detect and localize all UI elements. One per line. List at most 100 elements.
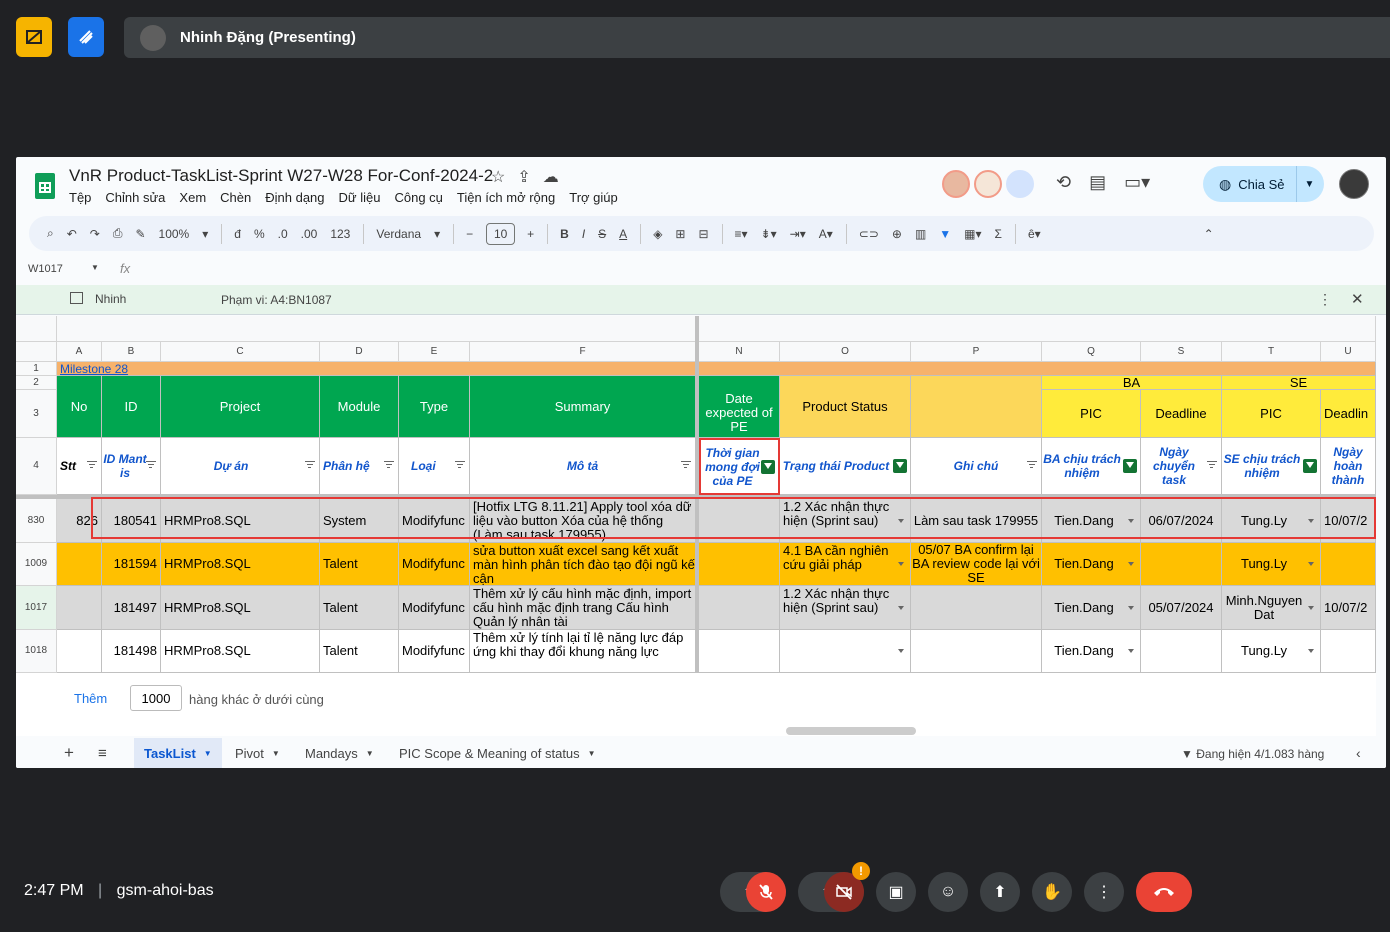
cell-date[interactable] (699, 586, 780, 630)
filter-icon[interactable] (87, 461, 97, 469)
end-call-button[interactable] (1136, 872, 1192, 912)
tab-pivot[interactable]: Pivot ▼ (235, 738, 280, 768)
document-title[interactable]: VnR Product-TaskList-Sprint W27-W28 For-… (69, 166, 493, 186)
row-header-3[interactable]: 3 (16, 390, 57, 438)
cell-done[interactable]: 10/07/2 (1321, 586, 1376, 630)
horizontal-scrollbar[interactable] (786, 727, 916, 735)
text-color-icon[interactable]: A (619, 227, 627, 241)
add-rows-count-input[interactable]: 1000 (130, 685, 182, 711)
zoom-select[interactable]: 100% (159, 227, 190, 241)
cell-note[interactable]: 05/07 BA confirm lại BA review code lại … (911, 543, 1042, 586)
cell-stt[interactable] (57, 630, 102, 673)
chevron-down-icon[interactable] (1308, 649, 1314, 653)
row-header-4[interactable]: 4 (16, 438, 57, 495)
cell-status[interactable]: 1.2 Xác nhận thực hiện (Sprint sau) (780, 586, 911, 630)
menu-help[interactable]: Trợ giúp (569, 190, 618, 205)
filter-icon[interactable] (1207, 461, 1217, 469)
chevron-down-icon[interactable] (898, 518, 904, 523)
cell-id[interactable]: 181497 (102, 586, 161, 630)
cell-done[interactable] (1321, 543, 1376, 586)
menu-tools[interactable]: Công cụ (394, 190, 442, 205)
rotate-icon[interactable]: A▾ (819, 227, 833, 241)
chevron-down-icon[interactable] (1128, 605, 1134, 610)
col-header-t[interactable]: T (1222, 342, 1321, 362)
cell-module[interactable]: Talent (320, 543, 399, 586)
cell-se[interactable]: Tung.Ly (1222, 543, 1321, 586)
italic-icon[interactable]: I (582, 227, 585, 241)
col-header-f[interactable]: F (470, 342, 696, 362)
cell-deadline[interactable] (1141, 543, 1222, 586)
print-icon[interactable]: ⎙ (113, 226, 123, 241)
select-all-corner[interactable] (16, 316, 57, 342)
cell-stt[interactable] (57, 586, 102, 630)
undo-icon[interactable]: ↶ (67, 227, 77, 241)
cell-se[interactable]: Tung.Ly (1222, 630, 1321, 673)
tab-pic-scope[interactable]: PIC Scope & Meaning of status ▼ (399, 738, 596, 768)
filter-view-range[interactable]: Phạm vi: A4:BN1087 (221, 293, 332, 307)
filter-icon[interactable]: ▼ (939, 227, 951, 241)
col-header-e[interactable]: E (399, 342, 470, 362)
col-header-n[interactable]: N (699, 342, 780, 362)
cell-type[interactable]: Modifyfunc (399, 543, 470, 586)
raise-hand-button[interactable]: ✋ (1032, 872, 1072, 912)
collaborator-avatar[interactable] (942, 170, 970, 198)
percent-button[interactable]: % (254, 227, 265, 241)
cell-summary[interactable]: sửa button xuất excel sang kết xuất màn … (470, 543, 696, 586)
cell-done[interactable] (1321, 630, 1376, 673)
search-icon[interactable]: ⌕ (47, 226, 54, 241)
chevron-down-icon[interactable]: ▼ (272, 749, 280, 758)
tab-tasklist[interactable]: TaskList ▼ (134, 738, 222, 768)
cell-module[interactable]: Talent (320, 630, 399, 673)
filter-icon[interactable] (455, 461, 465, 469)
cell-summary[interactable]: Thêm xử lý cấu hình mặc định, import cấu… (470, 586, 696, 630)
cell-date[interactable] (699, 499, 780, 543)
all-sheets-icon[interactable]: ≡ (98, 738, 107, 768)
font-size-increase-icon[interactable]: + (527, 227, 534, 241)
cell-note[interactable]: Làm sau task 179955 (911, 499, 1042, 543)
menu-file[interactable]: Tệp (69, 190, 91, 205)
chevron-down-icon[interactable] (1308, 562, 1314, 566)
cell-summary[interactable]: [Hotfix LTG 8.11.21] Apply tool xóa dữ l… (470, 499, 696, 543)
cell-note[interactable] (911, 586, 1042, 630)
history-icon[interactable]: ⟲ (1056, 172, 1071, 193)
strikethrough-icon[interactable]: S (598, 227, 606, 241)
cloud-icon[interactable]: ☁ (543, 167, 559, 187)
chevron-left-icon[interactable]: ‹ (1356, 738, 1361, 768)
cell-deadline[interactable]: 05/07/2024 (1141, 586, 1222, 630)
col-header-b[interactable]: B (102, 342, 161, 362)
add-rows-button[interactable]: Thêm (74, 691, 107, 706)
cell-ba[interactable]: Tien.Dang (1042, 630, 1141, 673)
chart-icon[interactable]: ▥ (915, 227, 926, 241)
menu-insert[interactable]: Chèn (220, 190, 251, 205)
meeting-code[interactable]: gsm-ahoi-bas (117, 882, 214, 899)
add-sheet-icon[interactable]: + (64, 738, 74, 768)
row-header-1017[interactable]: 1017 (16, 586, 57, 630)
sheets-logo-icon[interactable] (35, 173, 55, 199)
chevron-down-icon[interactable] (1128, 649, 1134, 653)
filter-views-icon[interactable]: ▦▾ (964, 227, 981, 241)
close-icon[interactable]: ✕ (1351, 290, 1364, 308)
cell-done[interactable]: 10/07/2 (1321, 499, 1376, 543)
cell-project[interactable]: HRMPro8.SQL (161, 499, 320, 543)
star-icon[interactable]: ☆ (491, 167, 505, 187)
collapse-toolbar-icon[interactable]: ⌃ (1204, 227, 1214, 241)
font-size-decrease-icon[interactable]: − (466, 227, 473, 241)
col-header-p[interactable]: P (911, 342, 1042, 362)
filter-active-icon[interactable] (761, 459, 775, 474)
more-vert-icon[interactable]: ⋮ (1318, 291, 1332, 308)
move-icon[interactable]: ⇪ (517, 167, 530, 187)
cell-stt[interactable]: 826 (57, 499, 102, 543)
captions-button[interactable]: ▣ (876, 872, 916, 912)
cell-status[interactable] (780, 630, 911, 673)
cell-ba[interactable]: Tien.Dang (1042, 586, 1141, 630)
corner-cell[interactable] (16, 342, 57, 362)
present-button[interactable]: ⬆ (980, 872, 1020, 912)
cell-ba[interactable]: Tien.Dang (1042, 499, 1141, 543)
chevron-down-icon[interactable] (1308, 605, 1314, 610)
chevron-down-icon[interactable]: ▼ (1304, 179, 1314, 190)
chevron-down-icon[interactable]: ▾ (434, 227, 440, 241)
filter-active-icon[interactable] (1123, 459, 1137, 473)
cell-type[interactable]: Modifyfunc (399, 630, 470, 673)
activities-icon[interactable] (16, 17, 52, 57)
account-avatar[interactable] (1339, 169, 1369, 199)
